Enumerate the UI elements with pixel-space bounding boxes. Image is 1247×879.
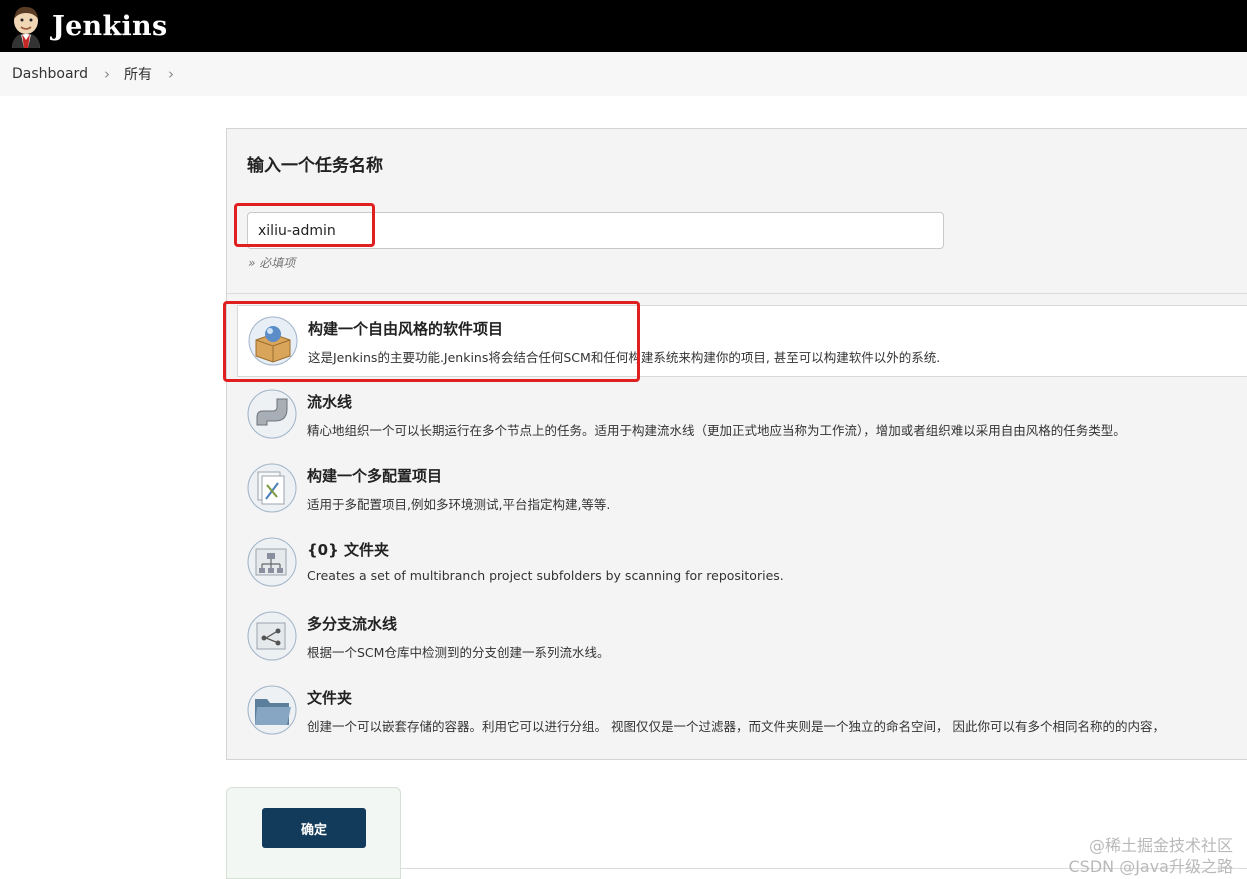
job-type-multi-config[interactable]: 构建一个多配置项目 适用于多配置项目,例如多环境测试,平台指定构建,等等. [237,453,1247,525]
multi-config-icon [247,463,297,513]
job-type-title: 流水线 [307,393,353,411]
org-folder-icon [247,537,297,587]
breadcrumb: Dashboard › 所有 › [0,52,1247,96]
job-type-title: {0} 文件夹 [307,541,390,559]
breadcrumb-all[interactable]: 所有 [124,64,152,84]
watermark-line: @稀土掘金技术社区 [1088,836,1233,855]
job-type-desc: 适用于多配置项目,例如多环境测试,平台指定构建,等等. [307,497,611,512]
folder-icon [247,685,297,735]
new-item-panel: 输入一个任务名称 » 必填项 构建一个自由风格的软件项目 这是Jenkins的主… [226,128,1247,760]
job-type-folder[interactable]: 文件夹 创建一个可以嵌套存储的容器。利用它可以进行分组。 视图仅仅是一个过滤器，… [237,675,1247,747]
watermark-line: CSDN @Java升级之路 [1068,857,1233,876]
job-type-pipeline[interactable]: 流水线 精心地组织一个可以长期运行在多个节点上的任务。适用于构建流水线（更加正式… [237,379,1247,451]
job-type-desc: 这是Jenkins的主要功能.Jenkins将会结合任何SCM和任何构建系统来构… [308,350,941,365]
breadcrumb-dashboard[interactable]: Dashboard [12,66,88,82]
divider [227,293,1247,294]
jenkins-butler-icon [12,6,40,48]
chevron-right-icon[interactable]: › [168,65,174,83]
chevron-right-icon[interactable]: › [104,65,110,83]
required-hint: » 必填项 [248,256,296,270]
logo-text: Jenkins [52,10,168,42]
ok-button[interactable]: 确定 [262,808,366,848]
job-type-org-folder[interactable]: {0} 文件夹 Creates a set of multibranch pro… [237,527,1247,599]
job-type-desc: 精心地组织一个可以长期运行在多个节点上的任务。适用于构建流水线（更加正式地应当称… [307,423,1126,438]
job-type-title: 多分支流水线 [307,615,398,633]
job-type-desc: 根据一个SCM仓库中检测到的分支创建一系列流水线。 [307,645,610,660]
job-type-freestyle[interactable]: 构建一个自由风格的软件项目 这是Jenkins的主要功能.Jenkins将会结合… [237,305,1247,377]
job-type-desc: Creates a set of multibranch project sub… [307,568,784,583]
multibranch-icon [247,611,297,661]
pipeline-pipe-icon [247,389,297,439]
page-title: 输入一个任务名称 [247,156,383,176]
job-type-desc: 创建一个可以嵌套存储的容器。利用它可以进行分组。 视图仅仅是一个过滤器，而文件夹… [307,719,1165,734]
watermark: @稀土掘金技术社区 CSDN @Java升级之路 [1068,835,1233,877]
item-name-input[interactable] [247,212,944,249]
job-type-title: 文件夹 [307,689,353,707]
job-type-title: 构建一个多配置项目 [307,467,443,485]
job-type-multibranch[interactable]: 多分支流水线 根据一个SCM仓库中检测到的分支创建一系列流水线。 [237,601,1247,673]
job-type-title: 构建一个自由风格的软件项目 [308,320,504,338]
jenkins-logo-link[interactable]: Jenkins [8,4,167,48]
freestyle-box-icon [248,316,298,366]
top-header: Jenkins [0,0,1247,52]
